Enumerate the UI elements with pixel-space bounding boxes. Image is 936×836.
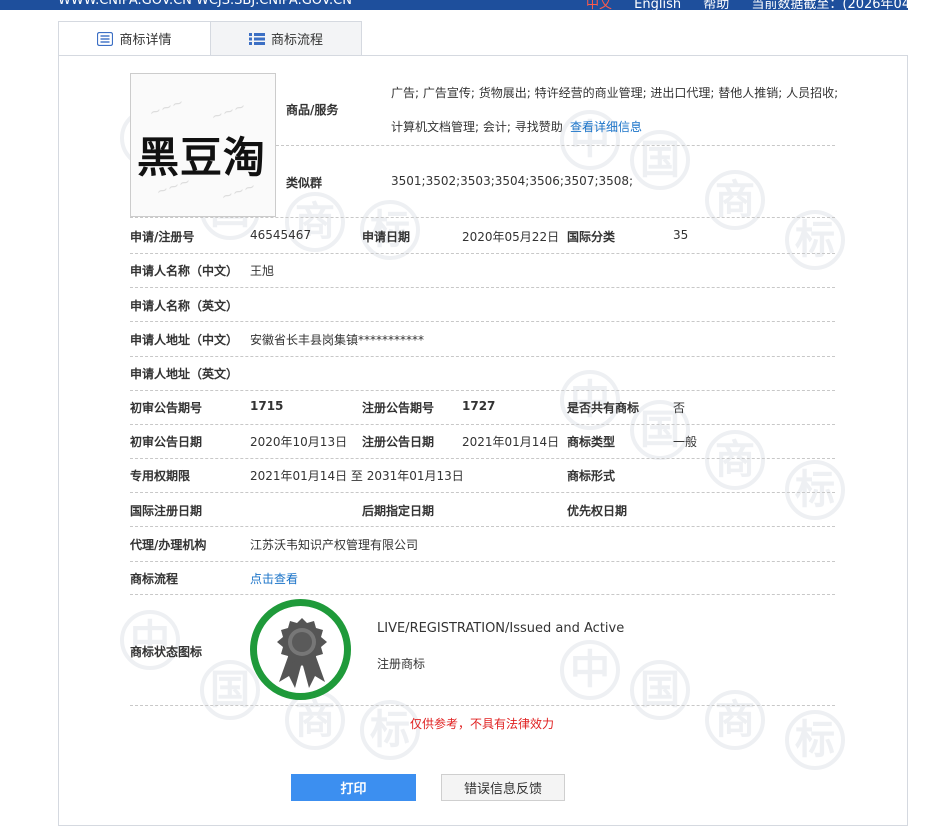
agent-value: 江苏沃韦知识产权管理有限公司 [250, 538, 419, 552]
divider [130, 287, 835, 288]
image-watermark-icon: ~~~ [209, 98, 248, 126]
tab-trademark-process[interactable]: 商标流程 [210, 21, 362, 56]
tab-bar: 商标详情 商标流程 [58, 21, 908, 56]
view-details-link[interactable]: 查看详细信息 [570, 118, 642, 135]
process-list-icon [248, 32, 265, 45]
data-as-of: 当前数据截至：(2026年04月07日) [751, 0, 908, 10]
applicant-en-label: 申请人名称（英文） [130, 299, 239, 313]
divider [130, 424, 835, 425]
goods-services-line2: 计算机文档管理; 会计; 寻找赞助 [391, 120, 563, 134]
detail-list-icon [97, 31, 114, 46]
top-bar: WWW.CNIPA.GOV.CN WCJS.SBJ.CNIPA.GOV.CN 中… [0, 0, 908, 10]
reg-date-label: 注册公告日期 [362, 435, 435, 449]
applicant-cn-label: 申请人名称（中文） [130, 264, 239, 278]
similar-group-label: 类似群 [286, 176, 323, 190]
prelim-date-value: 2020年10月13日 [250, 435, 348, 449]
divider [130, 458, 835, 459]
agent-label: 代理/办理机构 [130, 538, 207, 552]
divider [130, 594, 835, 595]
divider [130, 390, 835, 391]
divider [130, 492, 835, 493]
shared-mark-label: 是否共有商标 [567, 401, 640, 415]
trademark-image: ~~~ ~~~ ~~~ ~~~ 黑豆淘 [130, 73, 276, 217]
reg-issue-value: 1727 [462, 399, 496, 413]
reg-date-value: 2021年01月14日 [462, 435, 560, 449]
prelim-date-label: 初审公告日期 [130, 435, 203, 449]
intl-class-value: 35 [673, 228, 689, 242]
similar-group-value: 3501;3502;3503;3504;3506;3507;3508; [391, 174, 634, 188]
reg-no-label: 申请/注册号 [130, 230, 195, 244]
status-icon-label: 商标状态图标 [130, 645, 203, 659]
priority-date-label: 优先权日期 [567, 504, 628, 518]
tab-label: 商标详情 [119, 33, 172, 48]
divider [130, 356, 835, 357]
tab-label: 商标流程 [270, 33, 323, 48]
view-process-link[interactable]: 点击查看 [250, 570, 298, 587]
divider [130, 705, 835, 706]
goods-services-label: 商品/服务 [286, 103, 339, 117]
divider [130, 526, 835, 527]
help-link[interactable]: 帮助 [703, 0, 729, 10]
divider [130, 217, 835, 218]
exclusive-term-value: 2021年01月14日 至 2031年01月13日 [250, 469, 464, 483]
status-en-text: LIVE/REGISTRATION/Issued and Active [377, 621, 625, 636]
divider [130, 253, 835, 254]
applicant-cn-value: 王旭 [250, 264, 275, 278]
status-cn-text: 注册商标 [377, 657, 426, 671]
exclusive-term-label: 专用权期限 [130, 469, 191, 483]
later-date-label: 后期指定日期 [362, 504, 435, 518]
address-cn-label: 申请人地址（中文） [130, 333, 239, 347]
lang-chinese-link[interactable]: 中文 [586, 0, 612, 10]
process-label: 商标流程 [130, 572, 179, 586]
trademark-text: 黑豆淘 [137, 133, 267, 182]
prelim-issue-value: 1715 [250, 399, 284, 413]
mark-form-label: 商标形式 [567, 469, 616, 483]
mark-type-label: 商标类型 [567, 435, 616, 449]
site-links[interactable]: WWW.CNIPA.GOV.CN WCJS.SBJ.CNIPA.GOV.CN [58, 0, 352, 8]
app-date-label: 申请日期 [362, 230, 411, 244]
image-watermark-icon: ~~~ [147, 94, 186, 122]
app-date-value: 2020年05月22日 [462, 230, 560, 244]
award-ribbon-icon [277, 618, 327, 688]
reg-no-value: 46545467 [250, 228, 312, 242]
registered-status-badge [250, 599, 351, 700]
goods-services-line1: 广告; 广告宣传; 货物展出; 特许经营的商业管理; 进出口代理; 替他人推销;… [391, 86, 839, 100]
top-bar-right: 中文 English 帮助 当前数据截至：(2026年04月07日) [586, 0, 908, 10]
address-cn-value: 安徽省长丰县岗集镇*********** [250, 333, 425, 347]
intl-class-label: 国际分类 [567, 230, 616, 244]
tab-trademark-detail[interactable]: 商标详情 [58, 21, 211, 56]
reg-issue-label: 注册公告期号 [362, 401, 435, 415]
mark-type-value: 一般 [673, 435, 698, 449]
prelim-issue-label: 初审公告期号 [130, 401, 203, 415]
print-button[interactable]: 打印 [291, 774, 416, 801]
intl-reg-date-label: 国际注册日期 [130, 504, 203, 518]
divider [130, 321, 835, 322]
lang-english-link[interactable]: English [634, 0, 681, 10]
error-feedback-button[interactable]: 错误信息反馈 [441, 774, 565, 801]
divider [276, 145, 835, 146]
disclaimer-notice: 仅供参考，不具有法律效力 [409, 717, 554, 731]
shared-mark-value: 否 [673, 401, 686, 415]
divider [130, 561, 835, 562]
address-en-label: 申请人地址（英文） [130, 367, 239, 381]
